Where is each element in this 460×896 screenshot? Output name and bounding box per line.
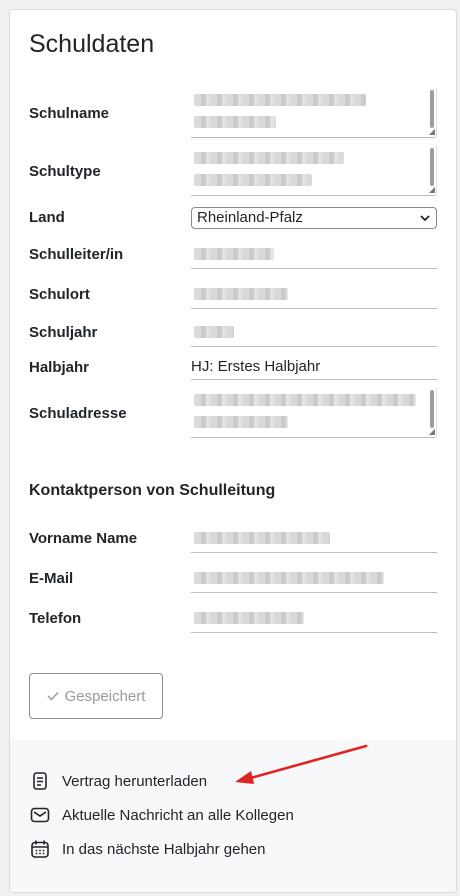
saved-button-label: Gespeichert	[64, 687, 146, 705]
scrollbar[interactable]	[430, 90, 434, 128]
redacted-text	[194, 174, 312, 186]
contact-email-input[interactable]	[191, 562, 437, 593]
contact-section-title: Kontaktperson von Schulleitung	[29, 482, 276, 499]
saved-button[interactable]: Gespeichert	[29, 673, 163, 719]
redacted-text	[194, 94, 366, 106]
schulort-label: Schulort	[29, 286, 90, 303]
annotation-arrow-icon	[235, 744, 368, 784]
halbjahr-label: Halbjahr	[29, 359, 90, 376]
resize-handle-icon[interactable]: ◢	[429, 428, 435, 436]
download-contract-link[interactable]: Vertrag herunterladen	[30, 771, 207, 791]
scrollbar[interactable]	[430, 148, 434, 186]
schultype-textarea[interactable]: ◢	[191, 146, 437, 196]
next-halfyear-link[interactable]: In das nächste Halbjahr gehen	[30, 839, 265, 859]
redacted-text	[194, 248, 274, 260]
redacted-text	[194, 612, 304, 624]
redacted-text	[194, 116, 276, 128]
redacted-text	[194, 572, 384, 584]
schuladresse-label: Schuladresse	[29, 405, 127, 422]
land-select[interactable]: Rheinland-Pfalz	[191, 207, 437, 229]
land-label: Land	[29, 209, 65, 226]
message-colleagues-label: Aktuelle Nachricht an alle Kollegen	[62, 806, 294, 824]
redacted-text	[194, 532, 330, 544]
schulleiter-input[interactable]	[191, 238, 437, 269]
contact-phone-input[interactable]	[191, 602, 437, 633]
resize-handle-icon[interactable]: ◢	[429, 186, 435, 194]
schultype-label: Schultype	[29, 163, 101, 180]
contact-name-label: Vorname Name	[29, 530, 138, 547]
schulort-input[interactable]	[191, 278, 437, 309]
redacted-text	[194, 152, 344, 164]
contact-email-label: E-Mail	[29, 570, 74, 587]
message-colleagues-link[interactable]: Aktuelle Nachricht an alle Kollegen	[30, 805, 294, 825]
redacted-text	[194, 416, 288, 428]
card-title: Schuldaten	[29, 30, 155, 58]
halbjahr-input: HJ: Erstes Halbjahr	[191, 351, 437, 380]
redacted-text	[194, 394, 416, 406]
contact-name-input[interactable]	[191, 522, 437, 553]
resize-handle-icon[interactable]: ◢	[429, 128, 435, 136]
scrollbar[interactable]	[430, 390, 434, 428]
calendar-icon	[31, 840, 49, 858]
chevron-down-icon	[420, 215, 430, 222]
schulname-textarea[interactable]: ◢	[191, 88, 437, 138]
schulname-label: Schulname	[29, 105, 110, 122]
envelope-icon	[30, 807, 50, 823]
land-selected-value: Rheinland-Pfalz	[197, 209, 303, 226]
check-icon	[47, 692, 59, 701]
schuladresse-textarea[interactable]: ◢	[191, 388, 437, 438]
schuljahr-input[interactable]	[191, 316, 437, 347]
contact-phone-label: Telefon	[29, 610, 82, 627]
schulleiter-label: Schulleiter/in	[29, 246, 124, 263]
document-icon	[33, 772, 47, 790]
school-data-card: Schuldaten Schulname ◢ Schultype ◢ Land …	[9, 9, 457, 893]
download-contract-label: Vertrag herunterladen	[62, 772, 208, 790]
redacted-text	[194, 288, 288, 300]
halbjahr-value: HJ: Erstes Halbjahr	[191, 358, 321, 375]
redacted-text	[194, 326, 234, 338]
schuljahr-label: Schuljahr	[29, 324, 98, 341]
next-halfyear-label: In das nächste Halbjahr gehen	[62, 840, 266, 858]
